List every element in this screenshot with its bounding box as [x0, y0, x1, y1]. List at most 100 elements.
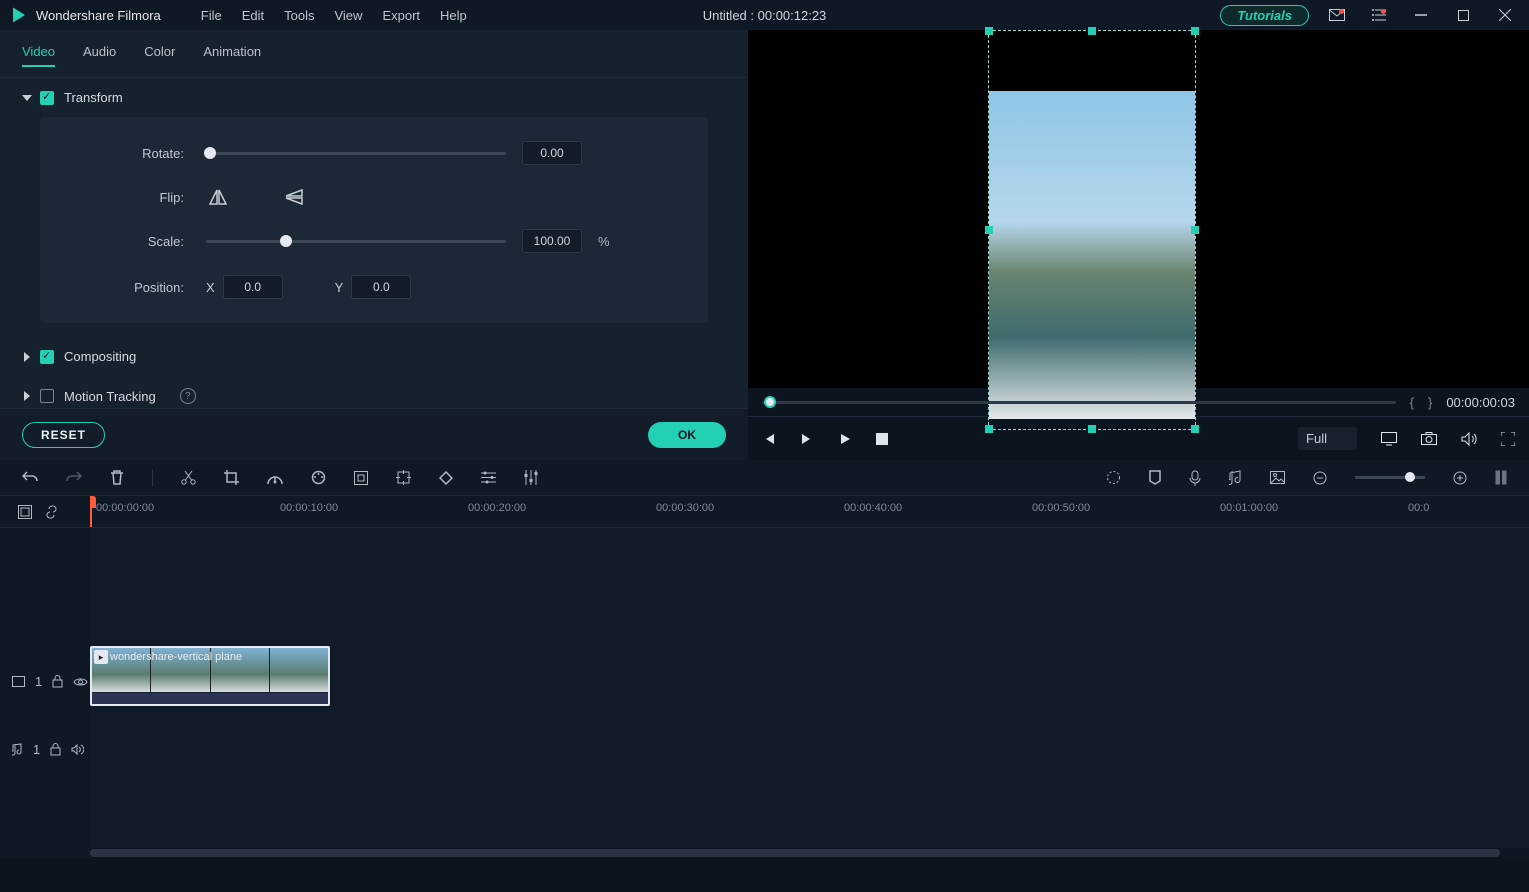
window-maximize-icon[interactable] [1449, 5, 1477, 25]
speed-icon[interactable] [267, 471, 283, 485]
ruler-marker: 00:01:00:00 [1220, 502, 1278, 514]
marker-icon[interactable] [1149, 470, 1161, 485]
image-icon[interactable] [1270, 471, 1285, 484]
mark-out-icon[interactable]: } [1428, 395, 1432, 410]
rotate-slider[interactable] [206, 152, 506, 155]
visibility-icon[interactable] [73, 677, 88, 687]
filmora-logo-icon [10, 6, 28, 24]
menu-export[interactable]: Export [382, 8, 420, 23]
transform-body: Rotate: 0.00 Flip: Scale: 100.00 % Posit… [40, 117, 708, 323]
rotate-value[interactable]: 0.00 [522, 141, 582, 165]
compositing-checkbox[interactable] [40, 350, 54, 364]
menu-view[interactable]: View [334, 8, 362, 23]
mute-icon[interactable] [71, 744, 84, 755]
tab-animation[interactable]: Animation [203, 44, 261, 67]
display-icon[interactable] [1381, 432, 1397, 446]
audio-mixer-icon[interactable] [524, 470, 538, 485]
zoom-in-icon[interactable] [1453, 471, 1467, 485]
snapshot-icon[interactable] [1421, 432, 1437, 445]
compositing-label: Compositing [64, 349, 136, 364]
tab-video[interactable]: Video [22, 44, 55, 67]
zoom-fit-icon[interactable] [1495, 470, 1507, 485]
info-icon[interactable]: ? [180, 388, 196, 404]
mark-in-icon[interactable]: { [1410, 395, 1414, 410]
tutorials-button[interactable]: Tutorials [1220, 5, 1309, 26]
lock-icon[interactable] [50, 743, 61, 756]
y-label: Y [335, 280, 344, 295]
menu-help[interactable]: Help [440, 8, 467, 23]
menu-file[interactable]: File [201, 8, 222, 23]
play-icon[interactable] [838, 432, 852, 446]
lock-icon[interactable] [52, 675, 63, 688]
delete-icon[interactable] [110, 470, 124, 485]
section-transform[interactable]: Transform [0, 78, 748, 117]
app-name: Wondershare Filmora [36, 8, 161, 23]
split-icon[interactable] [181, 470, 196, 485]
scale-slider[interactable] [206, 240, 506, 243]
menu-edit[interactable]: Edit [242, 8, 264, 23]
x-label: X [206, 280, 215, 295]
zoom-slider[interactable] [1355, 476, 1425, 479]
tab-color[interactable]: Color [144, 44, 175, 67]
scale-value[interactable]: 100.00 [522, 229, 582, 253]
resize-handle[interactable] [1191, 425, 1199, 433]
titlebar: Wondershare Filmora File Edit Tools View… [0, 0, 1529, 30]
window-close-icon[interactable] [1491, 5, 1519, 25]
track-body[interactable]: ▸ wondershare-vertical plane [90, 528, 1529, 858]
video-track-icon [12, 676, 25, 687]
prev-frame-icon[interactable] [762, 432, 776, 446]
scrub-slider[interactable] [762, 401, 1396, 404]
render-icon[interactable] [1106, 470, 1121, 485]
undo-icon[interactable] [22, 471, 38, 485]
reset-button[interactable]: RESET [22, 422, 105, 448]
flip-vertical-icon[interactable] [282, 187, 306, 207]
track-manager-icon[interactable] [18, 505, 32, 519]
clip[interactable]: ▸ wondershare-vertical plane [90, 646, 330, 706]
tab-audio[interactable]: Audio [83, 44, 116, 67]
motion-tracking-checkbox[interactable] [40, 389, 54, 403]
window-minimize-icon[interactable] [1407, 5, 1435, 25]
motion-tracking-tool-icon[interactable] [396, 470, 411, 485]
position-x-value[interactable]: 0.0 [223, 275, 283, 299]
mail-icon[interactable] [1323, 5, 1351, 25]
adjust-icon[interactable] [481, 471, 496, 484]
section-compositing[interactable]: Compositing [0, 337, 748, 376]
stop-icon[interactable] [876, 433, 888, 445]
color-icon[interactable] [311, 470, 326, 485]
resize-handle[interactable] [985, 425, 993, 433]
record-icon[interactable] [1189, 470, 1201, 486]
list-icon[interactable] [1365, 5, 1393, 25]
position-y-value[interactable]: 0.0 [351, 275, 411, 299]
next-frame-icon[interactable] [800, 432, 814, 446]
crop-icon[interactable] [224, 470, 239, 485]
preview-canvas[interactable] [748, 30, 1529, 388]
ok-button[interactable]: OK [648, 422, 726, 448]
clip-type-icon: ▸ [94, 650, 108, 664]
resize-handle[interactable] [1088, 425, 1096, 433]
resize-handle[interactable] [1191, 226, 1199, 234]
resize-handle[interactable] [1191, 27, 1199, 35]
fullscreen-icon[interactable] [1501, 432, 1515, 446]
green-screen-icon[interactable] [354, 471, 368, 485]
video-track-head: 1 [0, 648, 90, 716]
volume-icon[interactable] [1461, 432, 1477, 446]
zoom-out-icon[interactable] [1313, 471, 1327, 485]
resize-handle[interactable] [985, 27, 993, 35]
timeline-ruler[interactable]: 00:00:00:00 00:00:10:00 00:00:20:00 00:0… [90, 496, 1529, 527]
quality-select[interactable]: Full [1298, 427, 1357, 450]
selection-rect[interactable] [988, 30, 1196, 430]
playhead[interactable] [90, 496, 92, 527]
transform-checkbox[interactable] [40, 91, 54, 105]
keyframe-icon[interactable] [439, 471, 453, 485]
link-icon[interactable] [44, 505, 59, 519]
ruler-marker: 00:00:00:00 [96, 502, 154, 514]
video-track-num: 1 [35, 674, 42, 689]
audio-icon[interactable] [1229, 470, 1242, 485]
resize-handle[interactable] [1088, 27, 1096, 35]
resize-handle[interactable] [985, 226, 993, 234]
flip-horizontal-icon[interactable] [206, 187, 230, 207]
redo-icon[interactable] [66, 471, 82, 485]
h-scrollbar[interactable] [90, 848, 1529, 858]
menu-tools[interactable]: Tools [284, 8, 314, 23]
clip-label: wondershare-vertical plane [110, 651, 242, 663]
